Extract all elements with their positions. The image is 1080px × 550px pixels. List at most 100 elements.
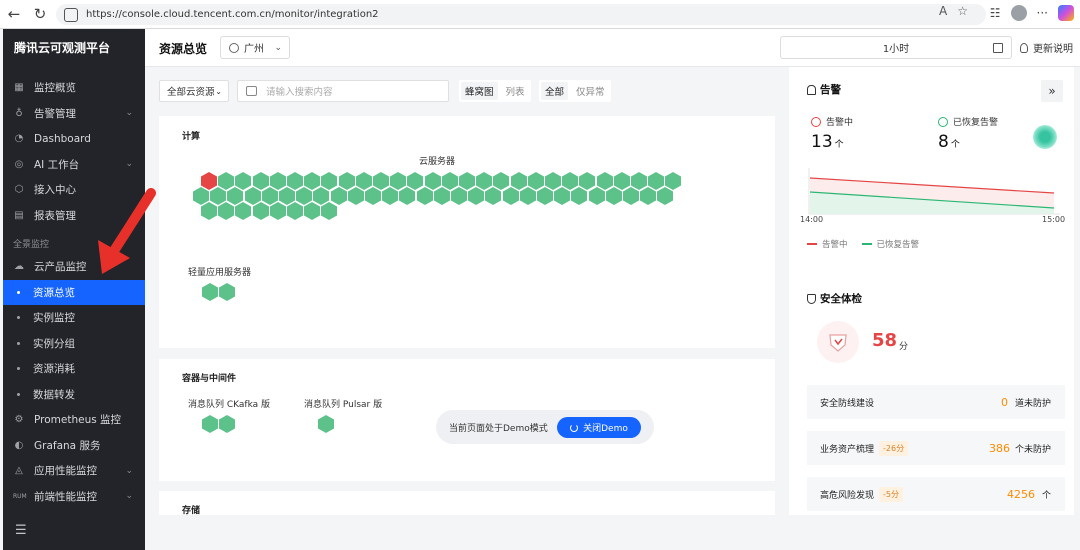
cvm-instance[interactable] bbox=[347, 187, 364, 205]
cvm-instance[interactable] bbox=[502, 187, 519, 205]
sidebar-item-rum[interactable]: RUM 前端性能监控 ⌄ bbox=[3, 484, 145, 510]
sidebar-item-resource-overview[interactable]: 资源总览 bbox=[3, 279, 145, 305]
refresh-icon[interactable]: ↻ bbox=[29, 3, 51, 25]
cvm-instance[interactable] bbox=[416, 187, 433, 205]
cvm-instance[interactable] bbox=[304, 202, 321, 220]
ckafka-label: 消息队列 CKafka 版 bbox=[188, 400, 271, 410]
more-menu-icon[interactable]: ··· bbox=[1037, 6, 1048, 20]
page-header: 资源总览 广州 ⌄ 1小时 更新说明 bbox=[145, 29, 1080, 67]
cvm-instance[interactable] bbox=[537, 187, 553, 205]
grafana-icon: ◐ bbox=[14, 439, 24, 451]
copilot-icon[interactable] bbox=[1058, 5, 1074, 21]
sidebar-item-dashboard[interactable]: ◔ Dashboard bbox=[3, 126, 145, 152]
security-row-risk[interactable]: 高危风险发现 -5分 4256 个 bbox=[807, 477, 1065, 511]
profile-avatar[interactable] bbox=[1010, 5, 1027, 21]
firing-alarm-label: 告警中 bbox=[811, 115, 853, 128]
collapse-sidebar-icon[interactable]: ☰ bbox=[15, 523, 27, 538]
middleware-card-title: 容器与中间件 bbox=[182, 374, 237, 384]
security-row-defense[interactable]: 安全防线建设 0 道未防护 bbox=[807, 385, 1065, 419]
cvm-instance[interactable] bbox=[399, 187, 416, 205]
ckafka-instance[interactable] bbox=[202, 415, 218, 433]
sidebar-item-ai[interactable]: ◎ AI 工作台 ⌄ bbox=[3, 152, 145, 178]
cvm-instance[interactable] bbox=[571, 187, 588, 205]
lightbulb-icon bbox=[1020, 42, 1028, 53]
pulsar-instance[interactable] bbox=[318, 415, 334, 433]
status-abnormal-only[interactable]: 仅异常 bbox=[570, 80, 611, 102]
shield-badge-icon bbox=[829, 334, 847, 352]
alarm-status-icon bbox=[1033, 125, 1057, 149]
cloud-icon: ☁ bbox=[14, 261, 24, 273]
cvm-instance[interactable] bbox=[468, 187, 485, 205]
cvm-instance[interactable] bbox=[252, 202, 269, 220]
favorite-star-icon[interactable]: ☆ bbox=[957, 4, 968, 18]
page-title: 资源总览 bbox=[159, 42, 208, 56]
cvm-instance[interactable] bbox=[605, 187, 622, 205]
security-score-unit: 分 bbox=[899, 342, 909, 352]
cvm-instance[interactable] bbox=[287, 202, 303, 220]
view-list[interactable]: 列表 bbox=[500, 80, 531, 102]
annotation-arrow bbox=[98, 188, 156, 274]
sidebar-item-data-forward[interactable]: 数据转发 bbox=[3, 382, 145, 408]
firing-alarm-count[interactable]: 13 个 bbox=[811, 132, 844, 152]
favorites-icon[interactable]: ☷ bbox=[990, 6, 1001, 20]
globe-icon bbox=[229, 42, 239, 53]
alarm-icon: ♁ bbox=[15, 107, 23, 119]
cvm-instance[interactable] bbox=[365, 187, 381, 205]
cvm-instance[interactable] bbox=[218, 202, 235, 220]
cvm-instance[interactable] bbox=[433, 187, 450, 205]
search-icon bbox=[246, 86, 257, 96]
sidebar-item-instance-group[interactable]: 实例分组 bbox=[3, 331, 145, 357]
alert-icon bbox=[811, 116, 821, 127]
collapse-panel-button[interactable]: » bbox=[1041, 80, 1063, 102]
sidebar-item-grafana[interactable]: ◐ Grafana 服务 bbox=[3, 433, 145, 459]
region-select[interactable]: 广州 ⌄ bbox=[220, 36, 290, 59]
cvm-instance[interactable] bbox=[640, 187, 657, 205]
cvm-instance[interactable] bbox=[382, 187, 399, 205]
close-demo-button[interactable]: 关闭Demo bbox=[557, 417, 641, 438]
lighthouse-instance[interactable] bbox=[202, 283, 218, 301]
cvm-instance[interactable] bbox=[269, 202, 286, 220]
sidebar-item-apm[interactable]: ◬ 应用性能监控 ⌄ bbox=[3, 458, 145, 484]
cvm-instance[interactable] bbox=[451, 187, 467, 205]
sidebar-item-prometheus[interactable]: ⚙ Prometheus 监控 bbox=[3, 407, 145, 433]
ckafka-instance[interactable] bbox=[219, 415, 236, 433]
alarm-trend-chart bbox=[808, 168, 1060, 215]
status-filter-toggle: 全部 仅异常 bbox=[539, 80, 611, 102]
cvm-instance[interactable] bbox=[554, 187, 571, 205]
read-aloud-icon[interactable]: A bbox=[939, 4, 947, 18]
cvm-instance[interactable] bbox=[657, 187, 674, 205]
chevron-down-icon: ⌄ bbox=[215, 86, 222, 96]
sidebar-item-resource-usage[interactable]: 资源消耗 bbox=[3, 356, 145, 382]
cvm-instance[interactable] bbox=[485, 187, 502, 205]
cvm-instance[interactable] bbox=[235, 202, 252, 220]
storage-card-title: 存储 bbox=[182, 506, 201, 516]
recovered-alarm-count[interactable]: 8个 bbox=[938, 132, 960, 152]
cvm-instance[interactable] bbox=[201, 202, 217, 220]
resource-type-select[interactable]: 全部云资源 ⌄ bbox=[159, 80, 229, 102]
security-row-assets[interactable]: 业务资产梳理 -26分 386 个未防护 bbox=[807, 431, 1065, 465]
lighthouse-instance[interactable] bbox=[219, 283, 236, 301]
back-icon[interactable]: ← bbox=[3, 3, 25, 25]
site-info-icon[interactable] bbox=[64, 7, 78, 22]
search-input[interactable]: 请输入搜索内容 bbox=[237, 80, 449, 102]
address-bar[interactable]: https://console.cloud.tencent.com.cn/mon… bbox=[56, 4, 986, 25]
release-notes-link[interactable]: 更新说明 bbox=[1020, 40, 1073, 55]
security-panel-title: 安全体检 bbox=[807, 291, 862, 306]
sidebar-item-overview[interactable]: ▦ 监控概览 bbox=[3, 75, 145, 101]
filter-toolbar: 全部云资源 ⌄ 请输入搜索内容 蜂窝图 列表 全部 仅异常 bbox=[159, 80, 779, 102]
x-axis-start-label: 14:00 bbox=[800, 215, 824, 224]
status-all[interactable]: 全部 bbox=[541, 82, 569, 100]
sidebar-item-alarm[interactable]: ♁ 告警管理 ⌄ bbox=[3, 101, 145, 127]
cvm-instance[interactable] bbox=[588, 187, 605, 205]
time-range-select[interactable]: 1小时 bbox=[780, 36, 1012, 59]
security-score: 58 bbox=[872, 330, 898, 351]
legend-recovered[interactable]: 已恢复告警 bbox=[877, 238, 920, 250]
cvm-instance[interactable] bbox=[321, 202, 338, 220]
cvm-instance[interactable] bbox=[519, 187, 536, 205]
view-honeycomb[interactable]: 蜂窝图 bbox=[461, 82, 498, 100]
chevron-down-icon: ⌄ bbox=[125, 465, 133, 476]
sidebar-item-instance-monitor[interactable]: 实例监控 bbox=[3, 305, 145, 331]
cvm-instance[interactable] bbox=[623, 187, 639, 205]
storage-card bbox=[159, 491, 775, 515]
legend-firing[interactable]: 告警中 bbox=[822, 238, 848, 250]
